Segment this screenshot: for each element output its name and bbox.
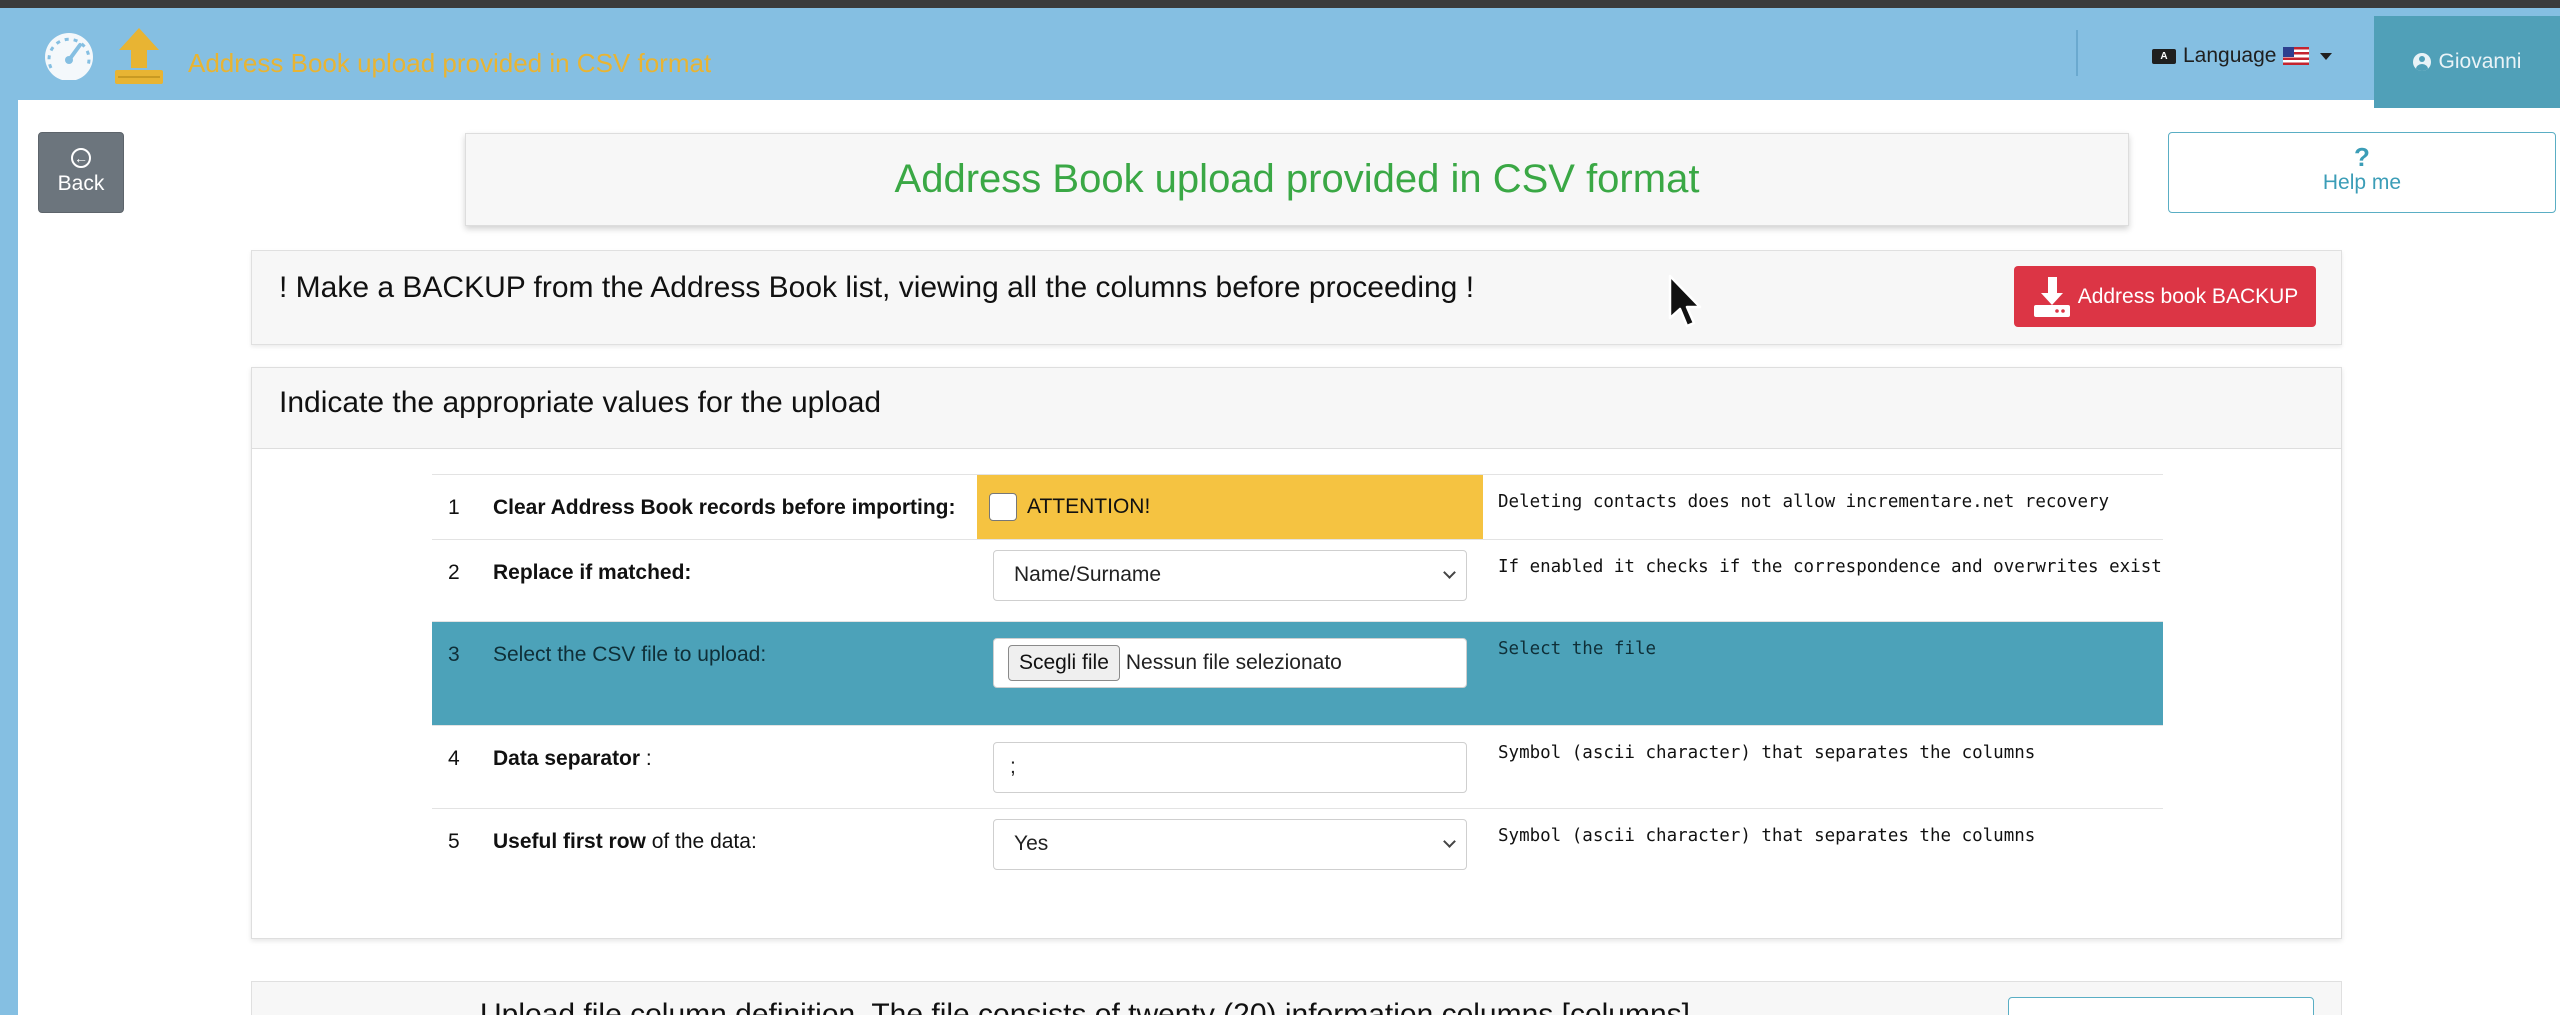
choose-file-button[interactable]: Scegli file (1008, 645, 1120, 681)
us-flag-icon (2283, 47, 2310, 65)
upload-values-header: Indicate the appropriate values for the … (252, 368, 2341, 449)
help-button[interactable]: ? Help me (2168, 132, 2556, 213)
row-number: 5 (448, 830, 460, 853)
select-value: Name/Surname (1014, 563, 1162, 586)
column-definition-card: Upload file column definition. The file … (251, 981, 2342, 1015)
arrow-left-circle-icon: ← (71, 148, 91, 168)
clear-records-warning: ATTENTION! (977, 475, 1483, 539)
navbar: Address Book upload provided in CSV form… (0, 8, 2560, 108)
column-definition-header: Upload file column definition. The file … (480, 998, 1691, 1015)
backup-button-label: Address book BACKUP (2077, 284, 2299, 308)
help-button-label: Help me (2322, 171, 2402, 194)
sidebar-strip (0, 100, 18, 1015)
row-label-rest: of the data: (645, 830, 757, 853)
download-icon (2033, 276, 2070, 317)
row-number: 1 (448, 496, 460, 519)
navbar-divider (2076, 30, 2078, 76)
data-separator-input[interactable]: ; (993, 742, 1467, 793)
row-help-text: Symbol (ascii character) that separates … (1498, 826, 2036, 846)
row-label: Clear Address Book records before import… (493, 496, 955, 520)
replace-if-matched-select[interactable]: Name/Surname (993, 550, 1467, 601)
row-label-bold: Data separator (493, 747, 641, 770)
back-button[interactable]: ← Back (38, 132, 124, 213)
upload-values-card: Indicate the appropriate values for the … (251, 367, 2342, 939)
upload-icon (115, 28, 163, 84)
row-number: 2 (448, 561, 460, 584)
address-book-backup-button[interactable]: Address book BACKUP (2014, 266, 2316, 327)
language-icon: A (2152, 48, 2176, 64)
row-label: Useful first row of the data: (493, 830, 757, 854)
page-title: Address Book upload provided in CSV form… (465, 133, 2129, 226)
user-circle-icon (2412, 53, 2431, 71)
row-help-text: Deleting contacts does not allow increme… (1498, 492, 2110, 512)
backup-warning-text: ! Make a BACKUP from the Address Book li… (279, 271, 1475, 304)
column-definition-button[interactable] (2008, 997, 2314, 1015)
first-row-select[interactable]: Yes (993, 819, 1467, 870)
select-value: Yes (1014, 832, 1049, 855)
upload-form-table: 1 Clear Address Book records before impo… (432, 474, 2163, 892)
caret-down-icon (2320, 52, 2333, 60)
row-label: Select the CSV file to upload: (493, 643, 767, 666)
table-row: 3 Select the CSV file to upload: Scegli … (432, 622, 2163, 726)
dashboard-icon[interactable] (38, 28, 100, 80)
csv-file-input[interactable]: Scegli file Nessun file selezionato (993, 638, 1467, 688)
question-icon: ? (2354, 142, 2370, 172)
file-status: Nessun file selezionato (1125, 651, 1342, 674)
row-label: Replace if matched: (493, 561, 691, 585)
chevron-down-icon (1443, 835, 1456, 848)
row-help-text: Symbol (ascii character) that separates … (1498, 743, 2036, 763)
row-label-rest: : (640, 747, 652, 770)
table-row: 5 Useful first row of the data: Yes Symb… (432, 809, 2163, 892)
user-name: Giovanni (2438, 50, 2522, 73)
clear-records-checkbox[interactable] (989, 493, 1017, 521)
user-menu[interactable]: Giovanni (2374, 16, 2560, 108)
row-label-bold: Clear Address Book records before import… (493, 496, 956, 519)
mouse-cursor-icon (1668, 274, 1702, 328)
backup-notice: ! Make a BACKUP from the Address Book li… (251, 250, 2342, 345)
back-button-label: Back (57, 172, 105, 195)
table-row: 1 Clear Address Book records before impo… (432, 475, 2163, 540)
row-label-bold: Useful first row (493, 830, 646, 853)
navbar-title: Address Book upload provided in CSV form… (188, 48, 712, 78)
language-label: Language (2183, 44, 2277, 67)
row-label: Data separator : (493, 747, 652, 771)
language-dropdown[interactable]: A Language (2152, 44, 2333, 68)
row-number: 4 (448, 747, 460, 770)
window-top-strip (0, 0, 2560, 8)
attention-label: ATTENTION! (1027, 495, 1151, 518)
row-help-text: If enabled it checks if the corresponden… (1498, 557, 2162, 577)
table-row: 4 Data separator : ; Symbol (ascii chara… (432, 726, 2163, 809)
table-row: 2 Replace if matched: Name/Surname If en… (432, 540, 2163, 622)
row-number: 3 (448, 643, 460, 666)
row-help-text: Select the file (1498, 639, 1657, 659)
row-label-bold: Replace if matched: (493, 561, 692, 584)
chevron-down-icon (1443, 566, 1456, 579)
